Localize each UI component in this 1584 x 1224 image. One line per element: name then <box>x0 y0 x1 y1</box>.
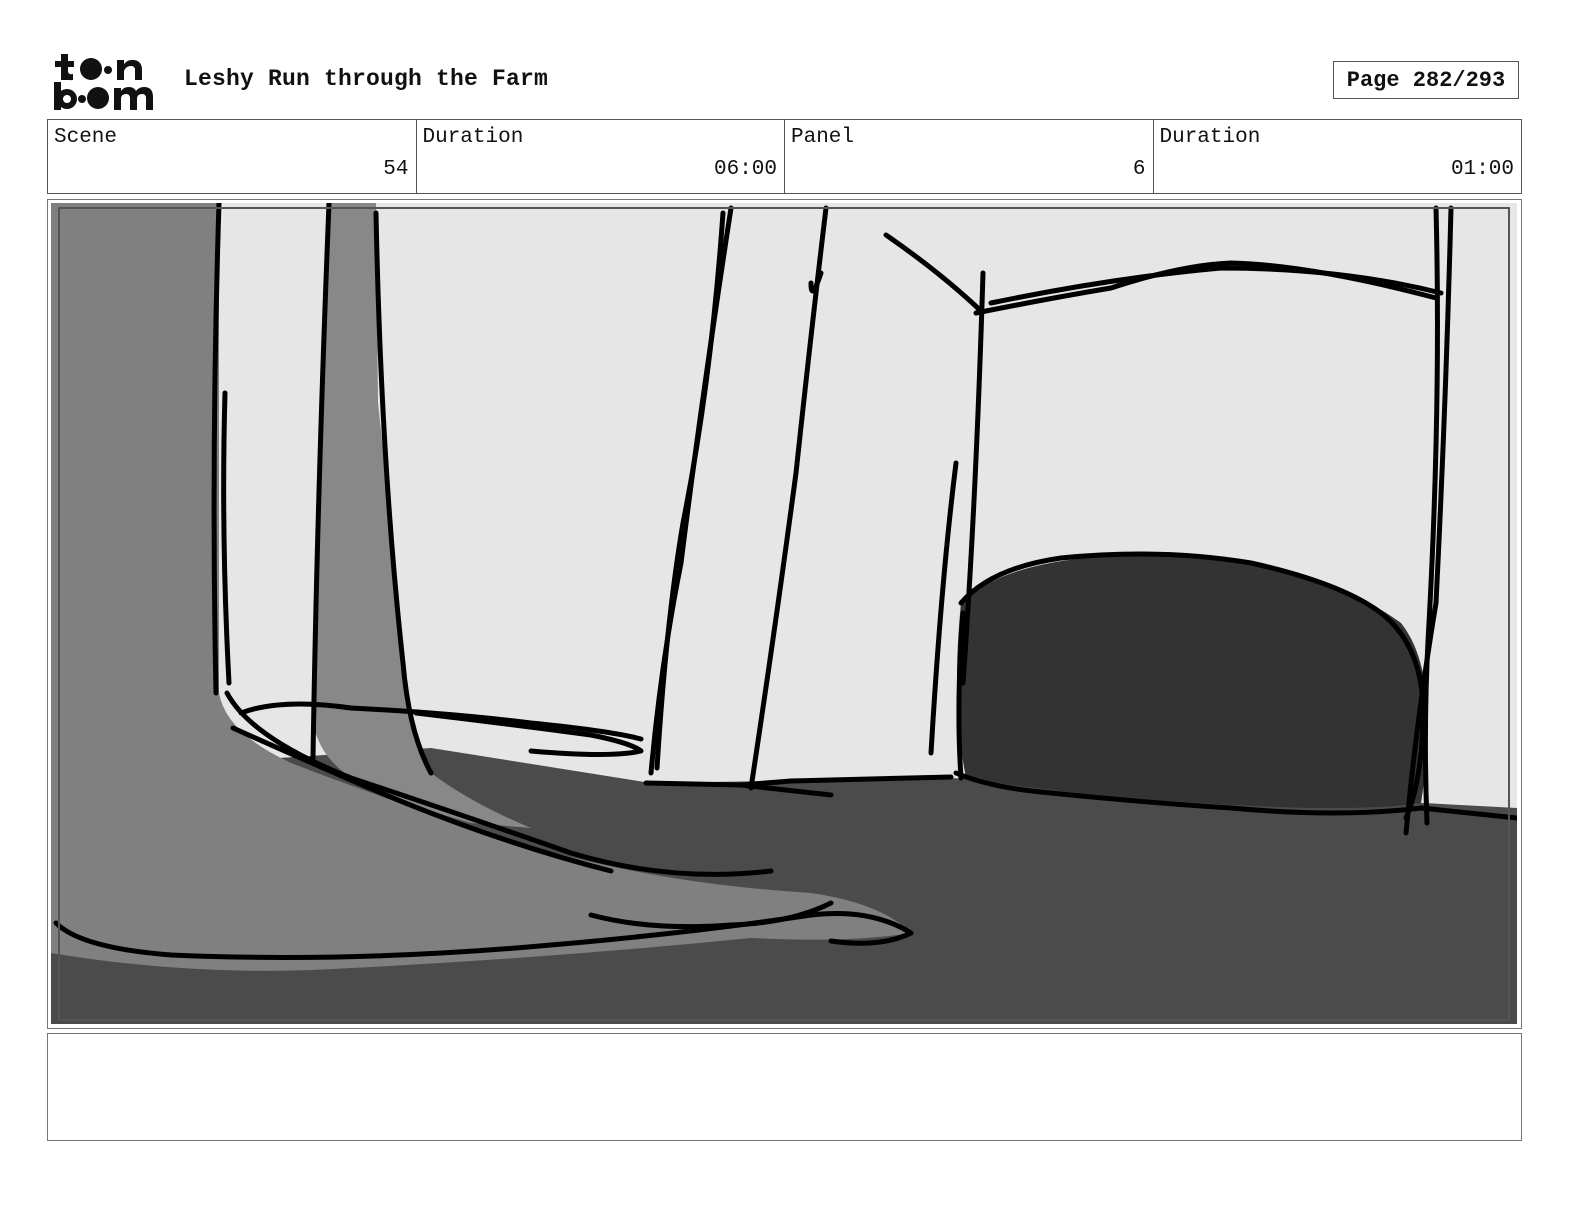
toonboom-logo <box>54 54 153 110</box>
scene-cell: Scene 54 <box>48 120 417 193</box>
panel-label: Panel <box>791 126 855 149</box>
storyboard-panel <box>47 199 1522 1029</box>
document-title: Leshy Run through the Farm <box>184 66 549 92</box>
panel-info-row: Scene 54 Duration 06:00 Panel 6 Duration… <box>47 119 1522 194</box>
panel-notes-box[interactable] <box>47 1033 1522 1141</box>
panel-duration-value: 01:00 <box>1450 158 1514 181</box>
panel-cell: Panel 6 <box>785 120 1154 193</box>
scene-duration-cell: Duration 06:00 <box>417 120 785 193</box>
scene-label: Scene <box>54 126 118 149</box>
scene-value: 54 <box>383 158 409 181</box>
panel-duration-cell: Duration 01:00 <box>1154 120 1522 193</box>
page-number: Page 282/293 <box>1333 61 1519 99</box>
scene-duration-label: Duration <box>422 126 524 149</box>
storyboard-drawing <box>51 203 1517 1024</box>
panel-duration-label: Duration <box>1159 126 1261 149</box>
scene-duration-value: 06:00 <box>713 158 777 181</box>
panel-value: 6 <box>1132 158 1146 181</box>
